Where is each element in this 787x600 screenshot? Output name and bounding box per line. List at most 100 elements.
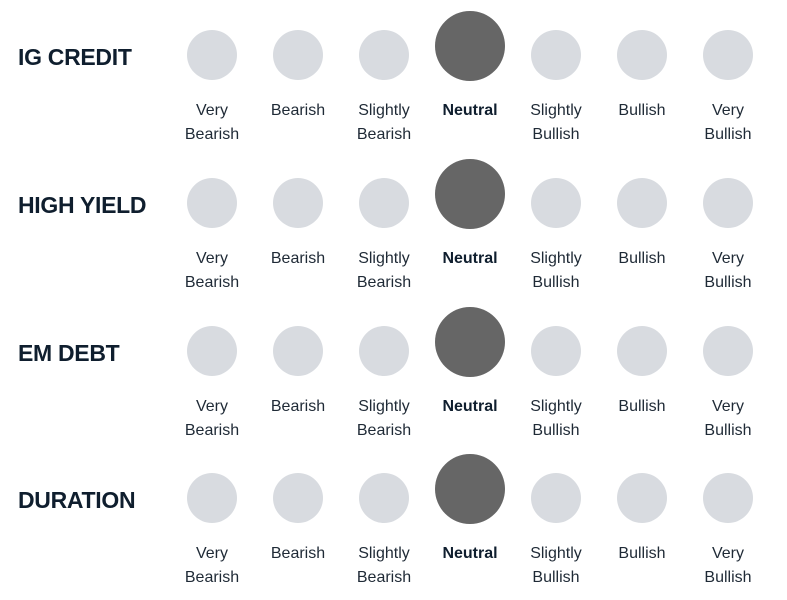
indicator-dot xyxy=(273,30,323,80)
option-label-line1: Very xyxy=(711,545,744,562)
scale-option: Slightly Bearish xyxy=(341,443,427,591)
scale-option: Very Bullish xyxy=(685,296,771,444)
option-label: Bearish xyxy=(255,247,341,271)
option-label-line2: Bullish xyxy=(704,274,752,291)
sentiment-row: DURATION Very Bearish Bearish Slightly Bearis… xyxy=(0,443,787,591)
selected-indicator-dot xyxy=(435,307,505,377)
option-label-line2: Bullish xyxy=(704,126,752,143)
indicator-dot xyxy=(187,326,237,376)
indicator-dot xyxy=(187,178,237,228)
scale-option: Neutral xyxy=(427,296,513,444)
scale-option: Slightly Bearish xyxy=(341,148,427,296)
option-label-line2: Bullish xyxy=(532,274,580,291)
option-label-line1: Neutral xyxy=(442,545,498,562)
option-label-line2: Bearish xyxy=(184,274,240,291)
option-label: Slightly Bullish xyxy=(513,99,599,147)
scale-option: Neutral xyxy=(427,443,513,591)
option-label-line1: Very xyxy=(195,545,228,562)
indicator-dot xyxy=(703,326,753,376)
option-label-line1: Very xyxy=(195,250,228,267)
option-label: Very Bearish xyxy=(169,247,255,295)
option-label-line1: Neutral xyxy=(442,250,498,267)
selected-indicator-dot xyxy=(435,454,505,524)
option-label: Slightly Bullish xyxy=(513,247,599,295)
option-label-line1: Slightly xyxy=(358,250,410,267)
option-label: Neutral xyxy=(427,542,513,566)
indicator-dot xyxy=(531,178,581,228)
sentiment-row: EM DEBT Very Bearish Bearish Slightly Bearish… xyxy=(0,296,787,444)
option-label-line2: Bullish xyxy=(532,126,580,143)
option-label: Very Bullish xyxy=(685,99,771,147)
scale-option: Slightly Bullish xyxy=(513,443,599,591)
sentiment-row: IG CREDIT Very Bearish Bearish Slightly Beari… xyxy=(0,0,787,148)
scale-option: Neutral xyxy=(427,148,513,296)
scale-option: Bearish xyxy=(255,443,341,591)
scale-option: Very Bullish xyxy=(685,443,771,591)
scale-option: Very Bearish xyxy=(169,148,255,296)
option-label: Very Bearish xyxy=(169,542,255,590)
option-label-line1: Slightly xyxy=(530,250,582,267)
option-label: Very Bearish xyxy=(169,395,255,443)
indicator-dot xyxy=(273,178,323,228)
option-label-line2: Bearish xyxy=(356,126,412,143)
option-label: Slightly Bearish xyxy=(341,99,427,147)
option-label: Bearish xyxy=(255,542,341,566)
indicator-dot xyxy=(617,178,667,228)
option-label: Very Bearish xyxy=(169,99,255,147)
option-label-line2: Bullish xyxy=(532,569,580,586)
option-label: Bullish xyxy=(599,247,685,271)
option-label-line2: Bearish xyxy=(184,126,240,143)
indicator-dot xyxy=(531,473,581,523)
option-label-line1: Neutral xyxy=(442,398,498,415)
indicator-dot xyxy=(187,30,237,80)
scale-option: Slightly Bullish xyxy=(513,296,599,444)
option-label-line1: Slightly xyxy=(358,398,410,415)
indicator-dot xyxy=(531,326,581,376)
indicator-dot xyxy=(617,473,667,523)
indicator-dot xyxy=(703,473,753,523)
scale-option: Very Bullish xyxy=(685,148,771,296)
indicator-dot xyxy=(359,30,409,80)
scale-option: Bullish xyxy=(599,296,685,444)
indicator-dot xyxy=(531,30,581,80)
sentiment-row: HIGH YIELD Very Bearish Bearish Slightly Bear… xyxy=(0,148,787,296)
indicator-dot xyxy=(273,326,323,376)
option-label-line2: Bullish xyxy=(704,569,752,586)
scale-option: Bearish xyxy=(255,0,341,148)
option-label-line1: Bearish xyxy=(270,102,326,119)
option-label-line1: Very xyxy=(195,398,228,415)
option-label: Neutral xyxy=(427,395,513,419)
indicator-dot xyxy=(703,178,753,228)
indicator-dot xyxy=(617,326,667,376)
selected-indicator-dot xyxy=(435,159,505,229)
row-label: EM DEBT xyxy=(18,340,120,366)
option-label: Bullish xyxy=(599,395,685,419)
scale-option: Very Bearish xyxy=(169,296,255,444)
option-label: Very Bullish xyxy=(685,542,771,590)
indicator-dot xyxy=(359,178,409,228)
option-label-line1: Very xyxy=(711,102,744,119)
scale-option: Bearish xyxy=(255,296,341,444)
option-label-line1: Neutral xyxy=(442,102,498,119)
indicator-dot xyxy=(359,326,409,376)
option-label: Slightly Bullish xyxy=(513,395,599,443)
scale-option: Slightly Bearish xyxy=(341,0,427,148)
option-label: Neutral xyxy=(427,247,513,271)
scale-option: Bullish xyxy=(599,148,685,296)
option-label-line1: Slightly xyxy=(530,102,582,119)
option-label: Slightly Bearish xyxy=(341,395,427,443)
option-label-line2: Bearish xyxy=(356,422,412,439)
scale-option: Bullish xyxy=(599,0,685,148)
scale-option: Slightly Bullish xyxy=(513,148,599,296)
option-label-line2: Bullish xyxy=(532,422,580,439)
indicator-dot xyxy=(273,473,323,523)
option-label: Slightly Bearish xyxy=(341,542,427,590)
option-label: Bearish xyxy=(255,395,341,419)
scale-option: Bearish xyxy=(255,148,341,296)
option-label-line1: Bearish xyxy=(270,545,326,562)
indicator-dot xyxy=(617,30,667,80)
scale-option: Very Bearish xyxy=(169,0,255,148)
option-label-line1: Very xyxy=(195,102,228,119)
indicator-dot xyxy=(359,473,409,523)
option-label: Bullish xyxy=(599,99,685,123)
